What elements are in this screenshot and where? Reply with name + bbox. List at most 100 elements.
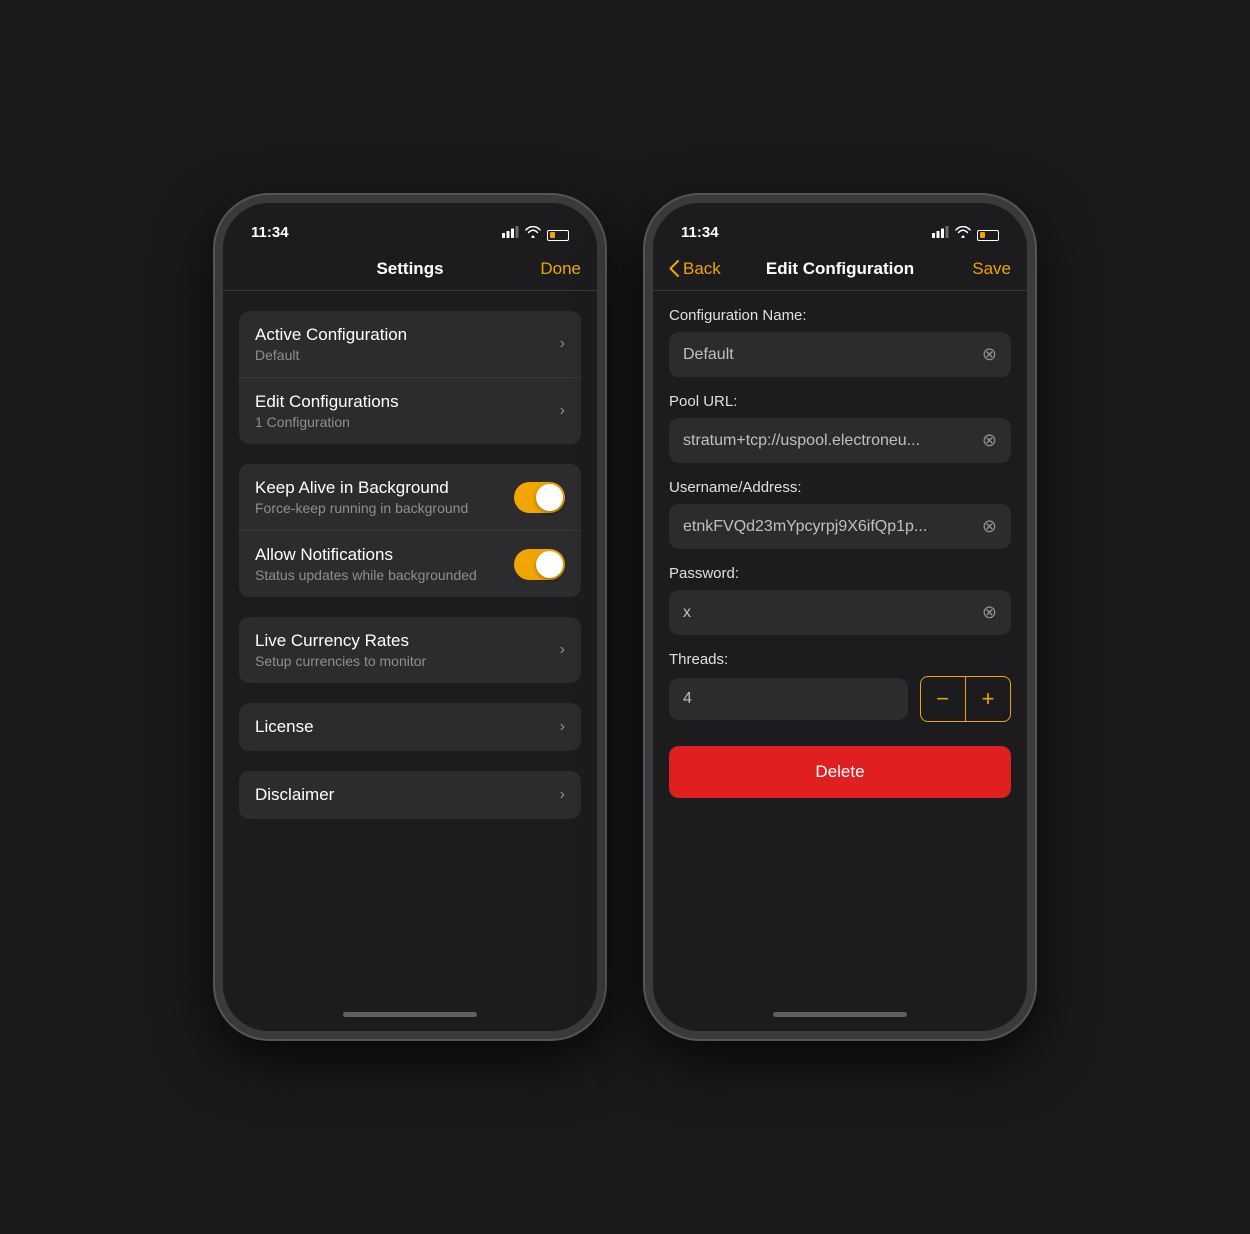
keep-alive-subtitle: Force-keep running in background <box>255 500 514 516</box>
wifi-icon-1 <box>525 226 541 241</box>
threads-input-wrapper[interactable] <box>669 678 908 720</box>
settings-section-3: Live Currency Rates Setup currencies to … <box>223 617 597 683</box>
pool-url-input[interactable] <box>683 432 974 450</box>
section-rows-5: Disclaimer › <box>239 771 581 819</box>
done-button[interactable]: Done <box>540 259 581 279</box>
disclaimer-title: Disclaimer <box>255 785 552 805</box>
license-content: License <box>255 717 552 737</box>
active-config-content: Active Configuration Default <box>255 325 552 363</box>
threads-row: − + <box>669 676 1011 722</box>
allow-notif-title: Allow Notifications <box>255 545 514 565</box>
stepper-control: − + <box>920 676 1012 722</box>
password-input[interactable] <box>683 604 974 622</box>
battery-icon-2 <box>977 226 999 241</box>
edit-config-subtitle: 1 Configuration <box>255 414 552 430</box>
edit-config-content: Configuration Name: ⊗ Pool URL: ⊗ Userna… <box>653 291 1027 997</box>
delete-button[interactable]: Delete <box>669 746 1011 798</box>
keep-alive-knob <box>536 484 563 511</box>
pool-url-label: Pool URL: <box>669 393 1011 410</box>
username-label: Username/Address: <box>669 479 1011 496</box>
password-field[interactable]: ⊗ <box>669 590 1011 635</box>
keep-alive-content: Keep Alive in Background Force-keep runn… <box>255 478 514 516</box>
allow-notifications-row: Allow Notifications Status updates while… <box>239 531 581 597</box>
threads-label: Threads: <box>669 651 1011 668</box>
status-bar-1: 11:34 <box>223 203 597 247</box>
pool-url-field[interactable]: ⊗ <box>669 418 1011 463</box>
keep-alive-title: Keep Alive in Background <box>255 478 514 498</box>
home-bar-1 <box>343 1012 477 1017</box>
chevron-icon-license: › <box>560 718 565 736</box>
nav-bar-edit: Back Edit Configuration Save <box>653 247 1027 291</box>
status-icons-1 <box>502 226 569 241</box>
phone-edit-config: 11:34 <box>645 195 1035 1039</box>
status-time-2: 11:34 <box>681 224 719 241</box>
home-indicator-1 <box>223 997 597 1031</box>
clear-password-btn[interactable]: ⊗ <box>982 602 997 623</box>
keep-alive-toggle[interactable] <box>514 482 565 513</box>
chevron-icon-currency: › <box>560 641 565 659</box>
allow-notif-toggle[interactable] <box>514 549 565 580</box>
allow-notif-subtitle: Status updates while backgrounded <box>255 567 514 583</box>
settings-nav-title: Settings <box>376 259 443 279</box>
settings-section-4: License › <box>223 703 597 751</box>
active-config-title: Active Configuration <box>255 325 552 345</box>
battery-icon-1 <box>547 226 569 241</box>
clear-pool-url-btn[interactable]: ⊗ <box>982 430 997 451</box>
config-name-label: Configuration Name: <box>669 307 1011 324</box>
wifi-icon-2 <box>955 226 971 241</box>
settings-list: Active Configuration Default › Edit Conf… <box>223 311 597 819</box>
settings-section-5: Disclaimer › <box>223 771 597 819</box>
currency-content: Live Currency Rates Setup currencies to … <box>255 631 552 669</box>
currency-title: Live Currency Rates <box>255 631 552 651</box>
config-name-input[interactable] <box>683 346 974 364</box>
username-field[interactable]: ⊗ <box>669 504 1011 549</box>
phone-settings: 11:34 <box>215 195 605 1039</box>
license-title: License <box>255 717 552 737</box>
decrement-button[interactable]: − <box>921 677 965 721</box>
status-bar-2: 11:34 <box>653 203 1027 247</box>
edit-config-title: Edit Configurations <box>255 392 552 412</box>
threads-input[interactable] <box>683 690 894 708</box>
clear-username-btn[interactable]: ⊗ <box>982 516 997 537</box>
active-config-subtitle: Default <box>255 347 552 363</box>
keep-alive-row: Keep Alive in Background Force-keep runn… <box>239 464 581 531</box>
currency-subtitle: Setup currencies to monitor <box>255 653 552 669</box>
allow-notif-knob <box>536 551 563 578</box>
disclaimer-content: Disclaimer <box>255 785 552 805</box>
signal-icon-1 <box>502 226 519 241</box>
save-button[interactable]: Save <box>972 259 1011 279</box>
allow-notif-content: Allow Notifications Status updates while… <box>255 545 514 583</box>
increment-button[interactable]: + <box>966 677 1010 721</box>
nav-bar-settings: Settings Done <box>223 247 597 291</box>
home-indicator-2 <box>653 997 1027 1031</box>
back-button[interactable]: Back <box>669 259 721 279</box>
active-config-row[interactable]: Active Configuration Default › <box>239 311 581 378</box>
config-name-field[interactable]: ⊗ <box>669 332 1011 377</box>
back-label: Back <box>683 259 721 279</box>
edit-fields: Configuration Name: ⊗ Pool URL: ⊗ Userna… <box>653 291 1027 814</box>
chevron-icon-edit-config: › <box>560 402 565 420</box>
edit-configurations-row[interactable]: Edit Configurations 1 Configuration › <box>239 378 581 444</box>
settings-section-2: Keep Alive in Background Force-keep runn… <box>223 464 597 597</box>
disclaimer-row[interactable]: Disclaimer › <box>239 771 581 819</box>
section-rows-4: License › <box>239 703 581 751</box>
clear-config-name-btn[interactable]: ⊗ <box>982 344 997 365</box>
license-row[interactable]: License › <box>239 703 581 751</box>
section-rows-3: Live Currency Rates Setup currencies to … <box>239 617 581 683</box>
settings-content: Active Configuration Default › Edit Conf… <box>223 291 597 997</box>
home-bar-2 <box>773 1012 907 1017</box>
chevron-icon-active-config: › <box>560 335 565 353</box>
username-input[interactable] <box>683 518 974 536</box>
status-icons-2 <box>932 226 999 241</box>
settings-section-1: Active Configuration Default › Edit Conf… <box>223 311 597 444</box>
edit-config-content: Edit Configurations 1 Configuration <box>255 392 552 430</box>
chevron-left-icon <box>669 260 679 277</box>
section-rows-2: Keep Alive in Background Force-keep runn… <box>239 464 581 597</box>
section-rows-1: Active Configuration Default › Edit Conf… <box>239 311 581 444</box>
status-time-1: 11:34 <box>251 224 289 241</box>
password-label: Password: <box>669 565 1011 582</box>
currency-rates-row[interactable]: Live Currency Rates Setup currencies to … <box>239 617 581 683</box>
signal-icon-2 <box>932 226 949 241</box>
chevron-icon-disclaimer: › <box>560 786 565 804</box>
edit-config-nav-title: Edit Configuration <box>766 259 914 279</box>
